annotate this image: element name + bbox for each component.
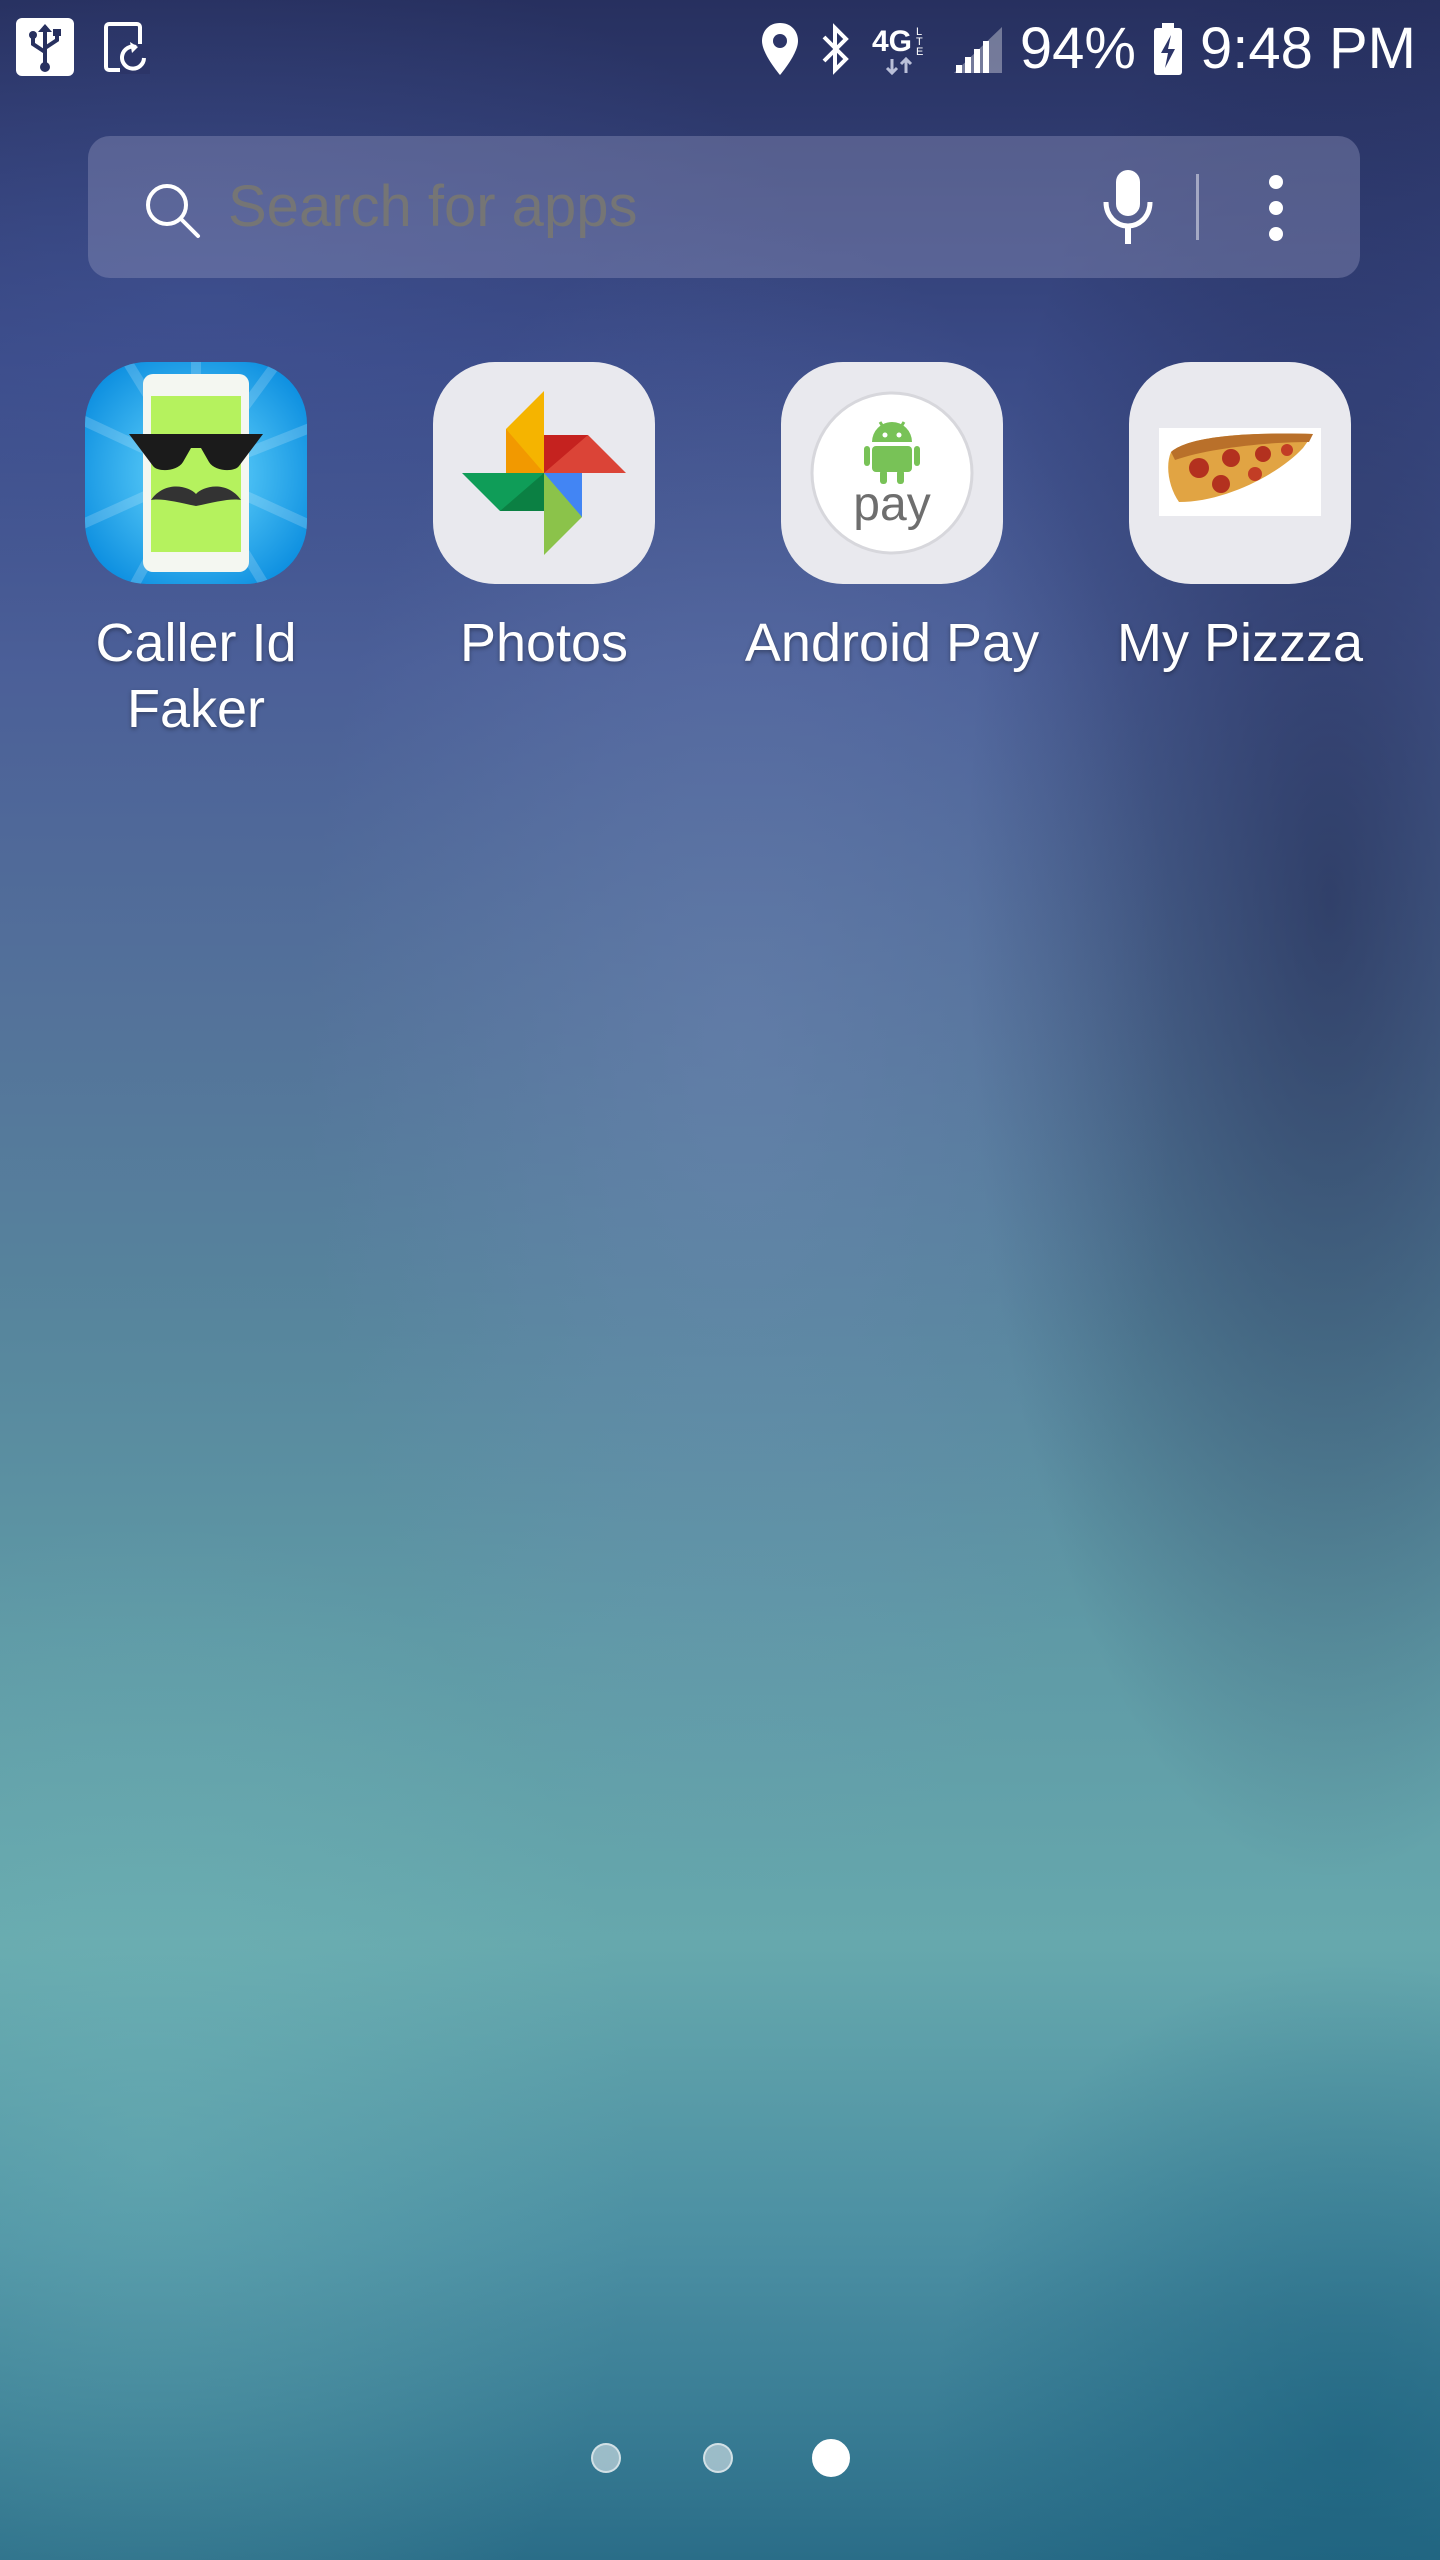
app-grid: Caller Id Faker Photos pay Android Pay M… bbox=[0, 362, 1440, 762]
clock: 9:48 PM bbox=[1200, 16, 1416, 81]
more-vert-icon[interactable] bbox=[1256, 172, 1296, 244]
app-search-bar[interactable] bbox=[88, 136, 1360, 278]
page-indicator bbox=[0, 2438, 1440, 2478]
search-divider bbox=[1196, 174, 1199, 240]
search-icon bbox=[146, 184, 200, 238]
system-status: 4G L T E 94% 9:48 PM bbox=[760, 14, 1416, 84]
battery-charging-icon bbox=[1154, 23, 1182, 75]
screen-rotation-icon bbox=[104, 22, 150, 74]
app-label: Caller Id Faker bbox=[95, 613, 297, 739]
app-label: My Pizzza bbox=[1116, 613, 1364, 673]
app-caller-id-faker[interactable]: Caller Id Faker bbox=[22, 362, 370, 742]
location-icon bbox=[761, 23, 798, 75]
pizza-slice-icon bbox=[1129, 362, 1351, 584]
battery-percent: 94% bbox=[1019, 16, 1136, 81]
app-my-pizzza[interactable]: My Pizzza bbox=[1066, 362, 1414, 676]
pay-wordmark: pay bbox=[853, 478, 930, 531]
status-bar: 4G L T E 94% 9:48 PM bbox=[0, 0, 1440, 100]
page-dot-1[interactable] bbox=[591, 2443, 621, 2473]
search-input[interactable] bbox=[228, 136, 1128, 278]
bluetooth-icon bbox=[822, 23, 849, 75]
svg-text:4G: 4G bbox=[872, 25, 912, 58]
caller-id-faker-icon bbox=[85, 362, 307, 584]
svg-text:E: E bbox=[916, 46, 923, 58]
page-dot-2[interactable] bbox=[703, 2443, 733, 2473]
mic-icon[interactable] bbox=[1088, 166, 1168, 250]
notification-icons bbox=[16, 18, 154, 76]
signal-icon bbox=[953, 27, 1002, 73]
photos-pinwheel-icon bbox=[433, 362, 655, 584]
page-dot-3-active[interactable] bbox=[812, 2439, 850, 2477]
app-label: Android Pay bbox=[744, 613, 1040, 673]
usb-icon bbox=[16, 18, 74, 76]
4g-lte-icon: 4G L T E bbox=[872, 25, 923, 76]
app-label: Photos bbox=[459, 613, 629, 673]
app-android-pay[interactable]: pay Android Pay bbox=[718, 362, 1066, 676]
android-pay-icon: pay bbox=[781, 362, 1003, 584]
app-photos[interactable]: Photos bbox=[370, 362, 718, 676]
